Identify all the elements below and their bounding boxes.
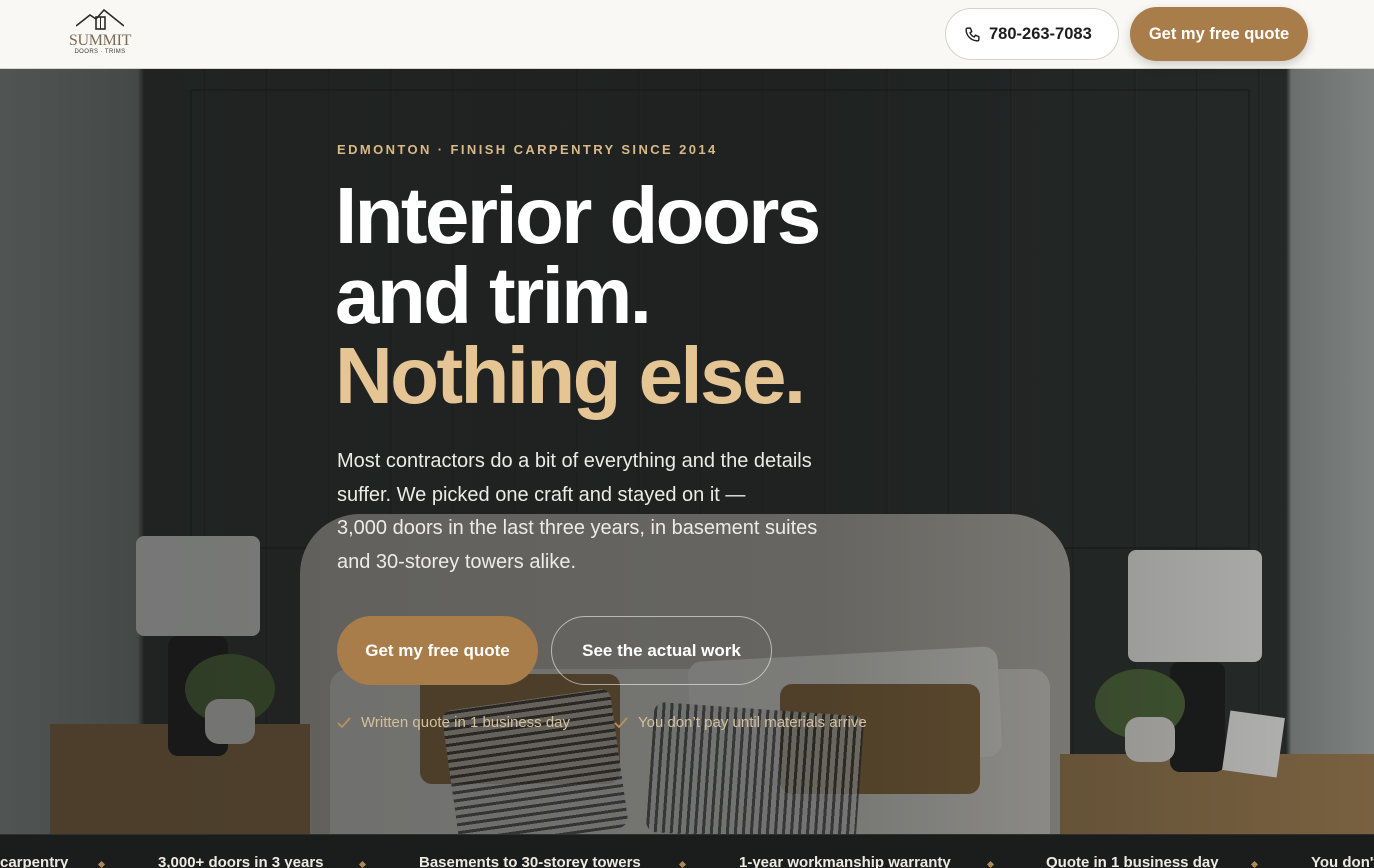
assurance-item: You don’t pay until materials arrive: [614, 714, 867, 731]
hero-eyebrow: EDMONTON · FINISH CARPENTRY SINCE 2014: [337, 142, 718, 157]
mountain-door-icon: [76, 8, 124, 30]
ticker-item: You don't: [1311, 854, 1374, 868]
summit-logo[interactable]: SUMMIT DOORS · TRIMS: [66, 8, 134, 60]
headline-accent: Nothing else.: [335, 331, 806, 420]
header-quote-button[interactable]: Get my free quote: [1130, 7, 1308, 61]
hero-quote-button[interactable]: Get my free quote: [337, 616, 538, 685]
lead-line: and 30-storey towers alike.: [337, 550, 577, 573]
diamond-icon: [358, 860, 367, 868]
phone-call-button[interactable]: 780-263-7083: [945, 8, 1119, 60]
logo-subline: DOORS · TRIMS: [74, 49, 126, 55]
lead-line: suffer. We picked one craft and stayed o…: [337, 483, 746, 506]
diamond-icon: [678, 860, 687, 868]
logo-wordmark: SUMMIT: [68, 32, 132, 49]
ticker-item: 3,000+ doors in 3 years: [158, 854, 324, 868]
assurance-text: Written quote in 1 business day: [361, 714, 571, 731]
diamond-icon: [97, 860, 106, 868]
site-header: SUMMIT DOORS · TRIMS 780-263-7083 Get my…: [0, 0, 1374, 69]
diamond-icon: [986, 860, 995, 868]
checkmark-icon: [614, 716, 628, 728]
hero-lead: Most contractors do a bit of everything …: [337, 445, 847, 579]
phone-number: 780-263-7083: [989, 24, 1092, 43]
diamond-icon: [1250, 860, 1259, 868]
ticker-item: carpentry: [0, 854, 69, 868]
checkmark-icon: [337, 716, 351, 728]
lead-line: 3,000 doors in the last three years, in …: [337, 517, 818, 539]
assurance-item: Written quote in 1 business day: [337, 714, 570, 731]
see-work-button[interactable]: See the actual work: [551, 616, 772, 685]
headline-line-1: Interior doors: [335, 171, 821, 260]
ticker-strip: carpentry 3,000+ doors in 3 years Baseme…: [0, 834, 1374, 868]
lead-line: Most contractors do a bit of everything …: [337, 450, 812, 472]
phone-icon: [965, 26, 980, 42]
ticker-item: 1-year workmanship warranty: [739, 854, 951, 868]
assurance-text: You don’t pay until materials arrive: [638, 714, 867, 731]
headline-line-2: and trim.: [335, 251, 652, 340]
ticker-item: Basements to 30-storey towers: [419, 854, 641, 868]
ticker-item: Quote in 1 business day: [1046, 854, 1219, 868]
hero-headline: Interior doors and trim. Nothing else.: [335, 176, 895, 416]
